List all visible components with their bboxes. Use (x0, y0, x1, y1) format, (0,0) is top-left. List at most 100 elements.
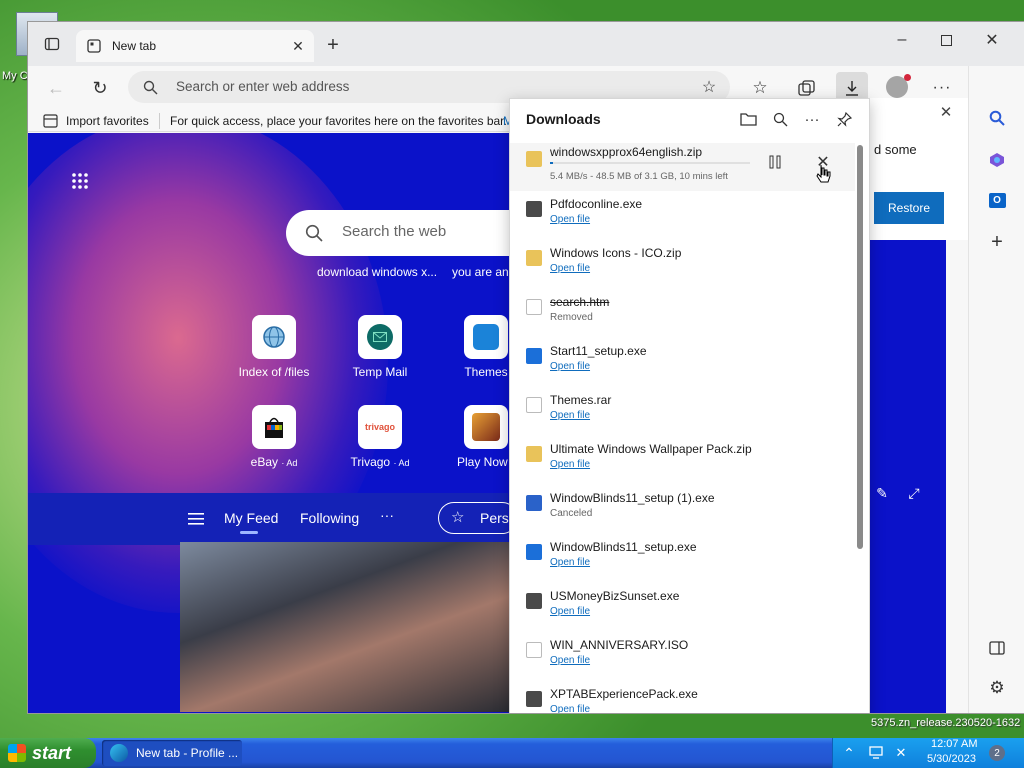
profile-alert-dot (904, 74, 911, 81)
file-type-icon (526, 201, 542, 217)
feed-menu-icon[interactable] (186, 509, 206, 529)
start-label: start (32, 742, 72, 763)
download-file-name: Start11_setup.exe (550, 344, 647, 358)
edit-background-icon[interactable]: ✎ (874, 485, 890, 501)
tile-index-of-files[interactable] (252, 315, 296, 359)
open-downloads-folder-icon[interactable] (738, 109, 758, 129)
collections-icon[interactable] (796, 78, 816, 98)
tab-my-feed[interactable]: My Feed (224, 510, 278, 526)
file-type-icon (526, 250, 542, 266)
download-file-name: WindowBlinds11_setup (1).exe (550, 491, 715, 505)
download-item[interactable]: Ultimate Windows Wallpaper Pack.zip Open … (510, 438, 855, 487)
tab-bar: New tab ✕ + – ✕ (28, 22, 1024, 66)
open-file-link[interactable]: Open file (550, 606, 590, 617)
open-file-link[interactable]: Open file (550, 263, 590, 274)
tab-new-tab[interactable]: New tab ✕ (76, 30, 314, 62)
download-item[interactable]: XPTABExperiencePack.exe Open file (510, 683, 855, 713)
notification-close-icon[interactable]: ✕ (938, 104, 954, 121)
import-favorites-link[interactable]: Import favorites (66, 114, 149, 128)
suggestion-2[interactable]: you are an (452, 265, 509, 279)
download-item[interactable]: WIN_ANNIVERSARY.ISO Open file (510, 634, 855, 683)
restore-notification: ✕ d some Restore (870, 98, 970, 240)
sidebar-panel-icon[interactable] (987, 638, 1007, 658)
taskbar-window-button[interactable]: New tab - Profile ... (102, 740, 242, 766)
back-arrow-icon[interactable]: ← (46, 78, 66, 98)
tab-title: New tab (112, 39, 157, 53)
downloads-scrollbar[interactable] (857, 145, 863, 549)
download-file-name: search.htm (550, 295, 610, 309)
more-menu-icon[interactable]: ··· (932, 78, 952, 98)
download-item[interactable]: Start11_setup.exe Open file (510, 340, 855, 389)
close-tab-icon[interactable]: ✕ (290, 38, 306, 54)
download-file-name: USMoneyBizSunset.exe (550, 589, 680, 603)
feed-more-icon[interactable]: ··· (380, 507, 394, 523)
active-download-item[interactable]: windowsxpprox64english.zip 5.4 MB/s - 48… (510, 143, 855, 191)
download-item[interactable]: Windows Icons - ICO.zip Open file (510, 242, 855, 291)
tab-following[interactable]: Following (300, 510, 359, 526)
close-window-icon[interactable]: ✕ (982, 30, 1002, 50)
network-icon[interactable] (869, 745, 885, 761)
sidebar-search-icon[interactable] (987, 108, 1007, 128)
tray-date[interactable]: 5/30/2023 (927, 753, 976, 765)
minimize-icon[interactable]: – (892, 30, 912, 50)
tile-themes[interactable] (464, 315, 508, 359)
refresh-icon[interactable]: ↻ (90, 78, 110, 98)
favbar-divider (159, 113, 160, 129)
search-downloads-icon[interactable] (770, 109, 790, 129)
download-item[interactable]: Themes.rar Open file (510, 389, 855, 438)
apps-launcher-icon[interactable] (70, 171, 90, 191)
tile-ebay[interactable] (252, 405, 296, 449)
restore-button[interactable]: Restore (874, 192, 944, 224)
volume-muted-icon[interactable]: ✕ (893, 745, 909, 761)
download-item[interactable]: USMoneyBizSunset.exe Open file (510, 585, 855, 634)
open-file-link[interactable]: Open file (550, 704, 590, 713)
favorites-icon[interactable]: ☆ (750, 78, 770, 98)
web-search-icon (304, 223, 324, 243)
tile-temp-mail[interactable] (358, 315, 402, 359)
tile-label-temp-mail: Temp Mail (352, 365, 408, 379)
downloads-more-icon[interactable]: ··· (802, 109, 822, 129)
sidebar-add-icon[interactable]: + (987, 231, 1007, 253)
show-hidden-icons-icon[interactable]: ⌃ (841, 745, 857, 761)
open-file-link[interactable]: Open file (550, 361, 590, 372)
web-search-box[interactable]: Search the web (286, 210, 546, 256)
maximize-icon[interactable] (938, 32, 954, 48)
pin-downloads-icon[interactable] (834, 109, 854, 129)
sidebar-settings-icon[interactable]: ⚙ (987, 678, 1007, 698)
open-file-link[interactable]: Open file (550, 655, 590, 666)
tile-label-index: Index of /files (238, 365, 310, 379)
open-file-link[interactable]: Open file (550, 214, 590, 225)
download-file-name: Windows Icons - ICO.zip (550, 246, 682, 260)
profile-avatar[interactable] (886, 74, 911, 98)
download-file-name: WindowBlinds11_setup.exe (550, 540, 697, 554)
sidebar-copilot-icon[interactable] (987, 150, 1007, 170)
download-progress-bar (550, 162, 750, 164)
tray-time[interactable]: 12:07 AM (931, 738, 977, 750)
file-type-icon (526, 348, 542, 364)
start-button[interactable]: start (0, 738, 96, 768)
expand-icon[interactable]: ⤢ (906, 485, 922, 501)
download-item[interactable]: search.htm Removed (510, 291, 855, 340)
file-type-icon (526, 495, 542, 511)
open-file-link[interactable]: Open file (550, 459, 590, 470)
import-favorites-icon (42, 113, 58, 129)
active-download-status: 5.4 MB/s - 48.5 MB of 3.1 GB, 10 mins le… (550, 171, 728, 182)
open-file-link[interactable]: Open file (550, 410, 590, 421)
notification-badge[interactable]: 2 (989, 745, 1005, 761)
suggestion-1[interactable]: download windows x... (317, 265, 437, 279)
personalize-label: Pers (480, 510, 509, 526)
add-favorite-icon[interactable]: ☆ (700, 78, 718, 96)
sidebar-outlook-icon[interactable]: O (987, 190, 1007, 210)
download-item[interactable]: Pdfdoconline.exe Open file (510, 193, 855, 242)
open-file-link[interactable]: Open file (550, 557, 590, 568)
pause-download-icon[interactable] (764, 151, 786, 173)
download-item[interactable]: WindowBlinds11_setup (1).exe Canceled (510, 487, 855, 536)
tile-trivago[interactable]: trivago (358, 405, 402, 449)
download-item[interactable]: WindowBlinds11_setup.exe Open file (510, 536, 855, 585)
game-icon (472, 413, 500, 441)
tab-actions-icon[interactable] (42, 34, 62, 54)
personalize-button[interactable]: ☆ Pers (438, 502, 518, 534)
news-photo[interactable] (180, 542, 510, 712)
new-tab-plus-icon[interactable]: + (322, 34, 344, 56)
tile-play-now[interactable] (464, 405, 508, 449)
